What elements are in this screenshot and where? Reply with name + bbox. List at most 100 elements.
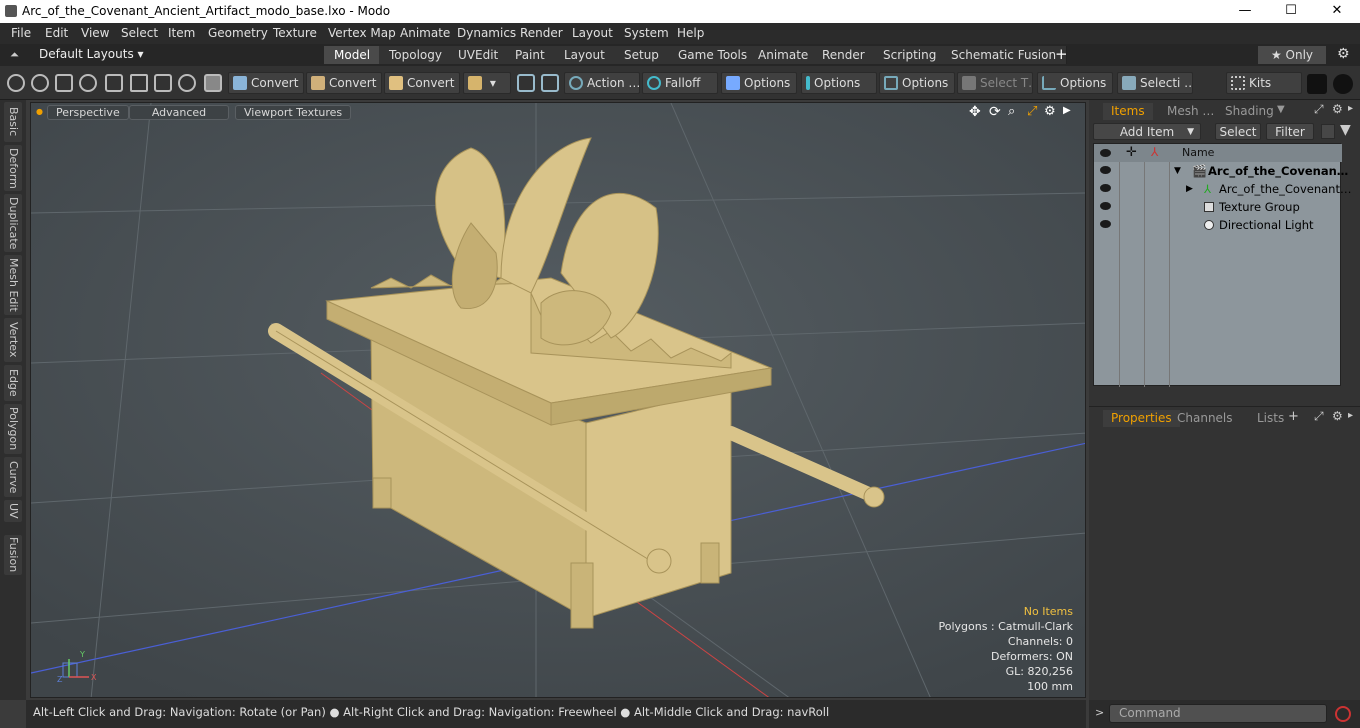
advanced-button[interactable]: Advanced (129, 105, 229, 120)
options-button-1[interactable]: Options (721, 72, 797, 94)
tab-edge[interactable]: Edge (4, 365, 22, 401)
tab-mesh-edit[interactable]: Mesh Edit (4, 255, 22, 315)
command-input[interactable]: Command (1109, 704, 1327, 723)
unreal-icon[interactable] (1333, 74, 1353, 94)
gear-icon[interactable]: ⚙ (1337, 46, 1350, 62)
visibility-eye-icon[interactable] (1100, 220, 1111, 228)
tree-row-texture-group[interactable]: Texture Group (1094, 198, 1342, 216)
tab-mesh[interactable]: Mesh … (1159, 103, 1222, 120)
layout-collapse-icon[interactable]: ⏶ (10, 48, 19, 62)
maximize-button[interactable]: ☐ (1268, 0, 1314, 23)
perspective-button[interactable]: Perspective (47, 105, 129, 120)
select-materials-icon[interactable] (105, 74, 123, 92)
snap-icon[interactable] (541, 74, 559, 92)
panel-gear-icon[interactable]: ⚙ (1332, 102, 1343, 116)
tab-paint[interactable]: Paint (505, 46, 556, 64)
menu-vertex-map[interactable]: Vertex Map (328, 26, 396, 40)
select-polygons-icon[interactable] (55, 74, 73, 92)
tab-uvedit[interactable]: UVEdit (448, 46, 510, 64)
tree-row-mesh[interactable]: ▶ ⅄ Arc_of_the_Covenant… (1094, 180, 1351, 198)
select-tool-button[interactable]: Select T… (957, 72, 1033, 94)
viewport-menu-icon[interactable]: ● (36, 107, 43, 116)
convert-button-3[interactable]: Convert (384, 72, 460, 94)
expand-view-icon[interactable]: ▶ (1063, 105, 1071, 116)
select-vertices-icon[interactable] (7, 74, 25, 92)
layouts-dropdown[interactable]: Default Layouts ▾ (39, 47, 144, 61)
3d-viewport[interactable]: Y X Z ● Perspective Advanced Viewport Te… (30, 102, 1086, 698)
kits-button[interactable]: Kits (1226, 72, 1302, 94)
menu-layout[interactable]: Layout (572, 26, 613, 40)
tab-animate[interactable]: Animate (748, 46, 820, 64)
menu-help[interactable]: Help (677, 26, 704, 40)
select-button[interactable]: Select (1215, 123, 1261, 140)
select-all-icon[interactable] (178, 74, 196, 92)
menu-view[interactable]: View (81, 26, 109, 40)
visibility-eye-icon[interactable] (1100, 166, 1111, 174)
menu-edit[interactable]: Edit (45, 26, 68, 40)
menu-render[interactable]: Render (520, 26, 563, 40)
tab-setup[interactable]: Setup (614, 46, 670, 64)
zoom-view-icon[interactable]: ⌕ (1008, 104, 1015, 119)
menu-geometry[interactable]: Geometry (208, 26, 268, 40)
tab-vertex[interactable]: Vertex (4, 318, 22, 362)
tab-items[interactable]: Items (1103, 103, 1153, 120)
filter-funnel-icon[interactable]: ▼ (1340, 122, 1351, 138)
tab-curve[interactable]: Curve (4, 457, 22, 497)
maximize-view-icon[interactable]: ⤢ (1027, 104, 1037, 119)
tab-channels[interactable]: Channels (1169, 410, 1241, 427)
tab-render[interactable]: Render (812, 46, 876, 64)
tab-shading[interactable]: Shading (1217, 103, 1282, 120)
rotate-view-icon[interactable]: ⟳ (989, 104, 1001, 120)
tree-row-scene[interactable]: ▼ 🎬 Arc_of_the_Covenan… (1094, 162, 1348, 180)
tree-row-directional-light[interactable]: Directional Light (1094, 216, 1342, 234)
menu-system[interactable]: System (624, 26, 669, 40)
menu-file[interactable]: File (11, 26, 31, 40)
visibility-eye-icon[interactable] (1100, 184, 1111, 192)
tab-duplicate[interactable]: Duplicate (4, 194, 22, 252)
options-button-3[interactable]: Options (879, 72, 955, 94)
shading-dropdown-icon[interactable]: ▼ (1277, 104, 1285, 115)
tab-fusion[interactable]: Fusion (4, 535, 22, 575)
tab-lists[interactable]: Lists (1249, 410, 1292, 427)
tab-polygon[interactable]: Polygon (4, 404, 22, 454)
tab-scripting[interactable]: Scripting (873, 46, 948, 64)
visibility-eye-icon[interactable] (1100, 202, 1111, 210)
select-pivots-icon[interactable] (130, 74, 148, 92)
symmetry-icon[interactable] (517, 74, 535, 92)
panel-menu-icon[interactable]: ▸ (1348, 103, 1353, 114)
tab-topology[interactable]: Topology (379, 46, 453, 64)
unity-icon[interactable] (1307, 74, 1327, 94)
menu-item[interactable]: Item (168, 26, 195, 40)
tab-layout[interactable]: Layout (554, 46, 616, 64)
options-button-2[interactable]: Options (801, 72, 877, 94)
panel-expand-icon[interactable]: ⤢ (1314, 409, 1324, 424)
tab-game-tools[interactable]: Game Tools (668, 46, 759, 64)
menu-dynamics[interactable]: Dynamics (457, 26, 516, 40)
settings-view-icon[interactable]: ⚙ (1044, 104, 1056, 119)
options-button-4[interactable]: Options (1037, 72, 1113, 94)
minimize-button[interactable]: — (1222, 0, 1268, 23)
menu-select[interactable]: Select (121, 26, 158, 40)
only-toggle[interactable]: ★ Only (1258, 46, 1326, 64)
action-center-button[interactable]: Action … (564, 72, 640, 94)
selection-button[interactable]: Selecti … (1117, 72, 1193, 94)
panel-menu-icon[interactable]: ▸ (1348, 410, 1353, 421)
convert-button-1[interactable]: Convert (228, 72, 304, 94)
close-button[interactable]: ✕ (1314, 0, 1360, 23)
add-item-button[interactable]: Add Item ▼ (1093, 123, 1201, 140)
add-tab-button[interactable]: + (1288, 409, 1299, 424)
name-column-header[interactable]: Name (1182, 146, 1214, 159)
menu-texture[interactable]: Texture (273, 26, 317, 40)
panel-expand-icon[interactable]: ⤢ (1314, 102, 1324, 117)
tab-uv[interactable]: UV (4, 500, 22, 522)
record-icon[interactable] (1335, 706, 1351, 722)
mesh-type-dropdown[interactable]: ▾ (463, 72, 511, 94)
select-items-icon[interactable] (79, 74, 97, 92)
falloff-button[interactable]: Falloff (642, 72, 718, 94)
tab-basic[interactable]: Basic (4, 102, 22, 142)
add-layout-button[interactable]: + (1055, 45, 1068, 63)
tab-deform[interactable]: Deform (4, 145, 22, 191)
collapse-icon[interactable] (1321, 124, 1335, 139)
tab-model[interactable]: Model (324, 46, 382, 64)
solid-cube-icon[interactable] (204, 74, 222, 92)
